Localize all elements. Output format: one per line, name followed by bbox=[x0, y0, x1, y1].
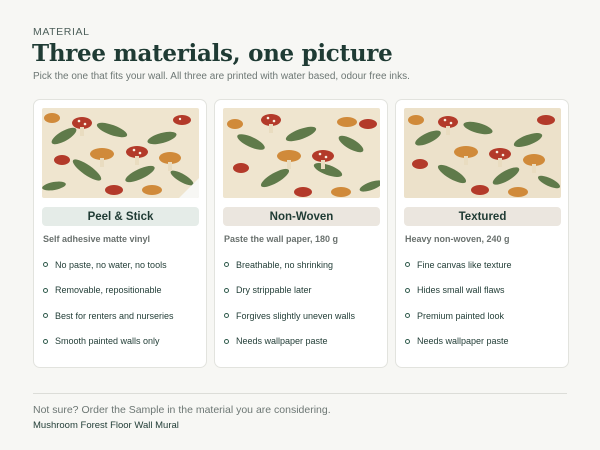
feature-text: Removable, repositionable bbox=[55, 285, 162, 296]
material-label-textured[interactable]: Textured bbox=[404, 207, 561, 226]
feature-text: No paste, no water, no tools bbox=[55, 259, 167, 270]
product-name: Mushroom Forest Floor Wall Mural bbox=[33, 420, 179, 431]
feature-text: Dry strippable later bbox=[236, 285, 312, 296]
material-spec: Paste the wall paper, 180 g bbox=[224, 234, 339, 244]
feature-text: Needs wallpaper paste bbox=[417, 336, 509, 347]
list-item: Fine canvas like texture bbox=[405, 252, 512, 278]
feature-list: Fine canvas like texture Hides small wal… bbox=[405, 252, 512, 354]
material-card-non-woven[interactable]: Non-Woven Paste the wall paper, 180 g Br… bbox=[214, 99, 388, 368]
bullet-icon bbox=[224, 287, 229, 293]
bullet-icon bbox=[405, 338, 410, 344]
feature-text: Needs wallpaper paste bbox=[236, 336, 328, 347]
footer-divider bbox=[33, 393, 567, 394]
feature-text: Fine canvas like texture bbox=[417, 259, 512, 270]
material-card-textured[interactable]: Textured Heavy non-woven, 240 g Fine can… bbox=[395, 99, 569, 368]
page-subtitle: Pick the one that fits your wall. All th… bbox=[33, 71, 410, 82]
feature-text: Hides small wall flaws bbox=[417, 285, 505, 296]
feature-text: Premium painted look bbox=[417, 310, 505, 321]
bullet-icon bbox=[224, 338, 229, 344]
list-item: Breathable, no shrinking bbox=[224, 252, 355, 278]
material-spec: Heavy non-woven, 240 g bbox=[405, 234, 510, 244]
page-title: Three materials, one picture bbox=[32, 40, 393, 67]
bullet-icon bbox=[43, 338, 48, 344]
feature-text: Forgives slightly uneven walls bbox=[236, 310, 356, 321]
bullet-icon bbox=[43, 262, 48, 268]
feature-text: Best for renters and nurseries bbox=[55, 310, 174, 321]
material-label-peel-stick[interactable]: Peel & Stick bbox=[42, 207, 199, 226]
mural-thumbnail-textured bbox=[404, 108, 561, 198]
mushroom-pattern-image bbox=[404, 108, 561, 198]
list-item: Forgives slightly uneven walls bbox=[224, 303, 355, 329]
list-item: Dry strippable later bbox=[224, 278, 355, 304]
bullet-icon bbox=[224, 313, 229, 319]
mushroom-pattern-image bbox=[42, 108, 199, 198]
list-item: Premium painted look bbox=[405, 303, 512, 329]
mural-thumbnail-peel-stick bbox=[42, 108, 199, 198]
feature-text: Smooth painted walls only bbox=[55, 336, 160, 347]
material-spec: Self adhesive matte vinyl bbox=[43, 234, 151, 244]
list-item: Smooth painted walls only bbox=[43, 329, 174, 355]
sample-note: Not sure? Order the Sample in the materi… bbox=[33, 404, 331, 416]
mushroom-pattern-image bbox=[223, 108, 380, 198]
bullet-icon bbox=[405, 313, 410, 319]
feature-text: Breathable, no shrinking bbox=[236, 259, 334, 270]
bullet-icon bbox=[224, 262, 229, 268]
list-item: No paste, no water, no tools bbox=[43, 252, 174, 278]
list-item: Best for renters and nurseries bbox=[43, 303, 174, 329]
feature-list: Breathable, no shrinking Dry strippable … bbox=[224, 252, 355, 354]
bullet-icon bbox=[405, 262, 410, 268]
bullet-icon bbox=[43, 287, 48, 293]
bullet-icon bbox=[43, 313, 48, 319]
list-item: Removable, repositionable bbox=[43, 278, 174, 304]
material-card-peel-stick[interactable]: Peel & Stick Self adhesive matte vinyl N… bbox=[33, 99, 207, 368]
material-label-non-woven[interactable]: Non-Woven bbox=[223, 207, 380, 226]
list-item: Hides small wall flaws bbox=[405, 278, 512, 304]
material-eyebrow: MATERIAL bbox=[33, 26, 90, 38]
bullet-icon bbox=[405, 287, 410, 293]
mural-thumbnail-non-woven bbox=[223, 108, 380, 198]
list-item: Needs wallpaper paste bbox=[405, 329, 512, 355]
list-item: Needs wallpaper paste bbox=[224, 329, 355, 355]
material-cards: Peel & Stick Self adhesive matte vinyl N… bbox=[33, 99, 569, 368]
feature-list: No paste, no water, no tools Removable, … bbox=[43, 252, 174, 354]
